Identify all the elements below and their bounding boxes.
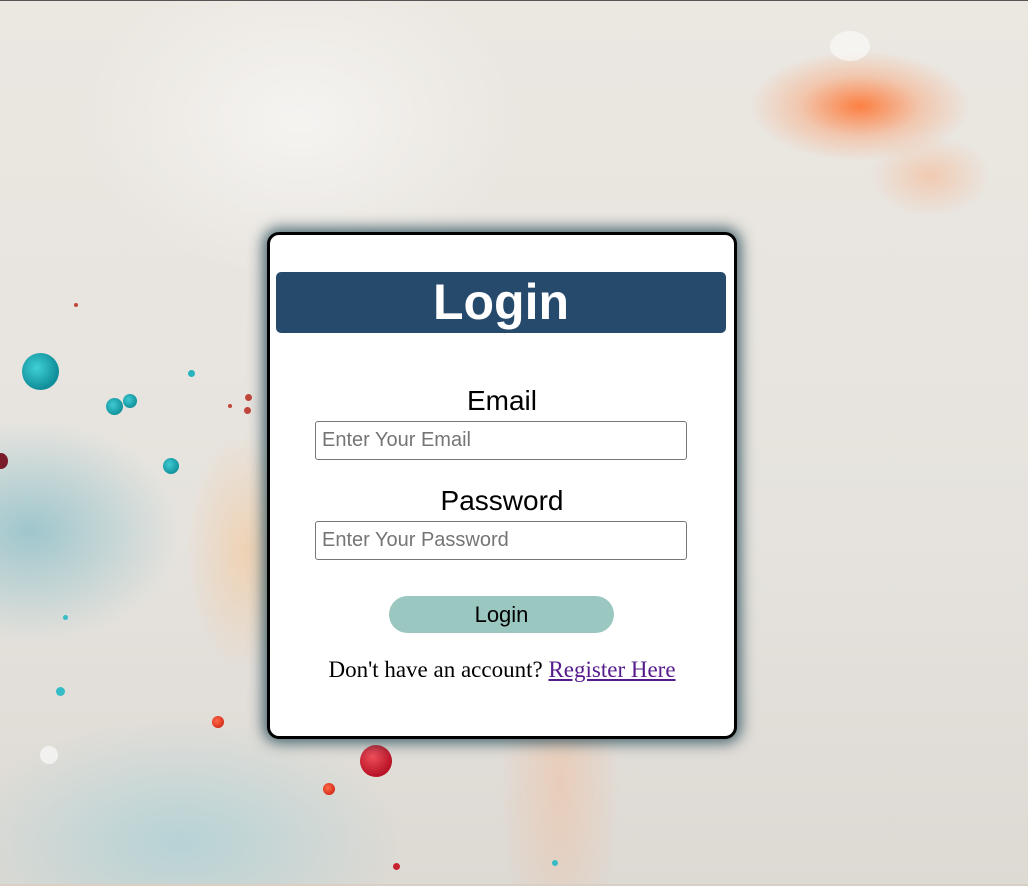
paint-drop <box>74 303 78 307</box>
password-input[interactable] <box>315 521 687 560</box>
register-prompt: Don't have an account? Register Here <box>270 657 734 683</box>
register-link[interactable]: Register Here <box>548 657 675 682</box>
paint-drop <box>830 31 870 61</box>
paint-drop <box>360 745 392 777</box>
paint-drop <box>163 458 179 474</box>
paint-drop <box>188 370 195 377</box>
paint-drop <box>323 783 335 795</box>
paint-drop <box>393 863 400 870</box>
paint-drop <box>123 394 137 408</box>
paint-drop <box>552 860 558 866</box>
paint-drop <box>63 615 68 620</box>
paint-drop <box>0 453 8 469</box>
paint-drop <box>244 407 251 414</box>
paint-drop <box>228 404 232 408</box>
email-label: Email <box>466 385 537 416</box>
email-input[interactable] <box>315 421 687 460</box>
login-button[interactable]: Login <box>389 596 614 633</box>
paint-drop <box>245 394 252 401</box>
paint-drop <box>56 687 65 696</box>
login-title: Login <box>276 272 726 333</box>
paint-drop <box>106 398 123 415</box>
register-prompt-text: Don't have an account? <box>328 657 543 682</box>
password-label: Password <box>440 485 564 516</box>
paint-drop <box>40 746 58 764</box>
paint-drop <box>212 716 224 728</box>
login-card: Login Email Password Login Don't have an… <box>267 232 737 739</box>
paint-drop <box>22 353 59 390</box>
